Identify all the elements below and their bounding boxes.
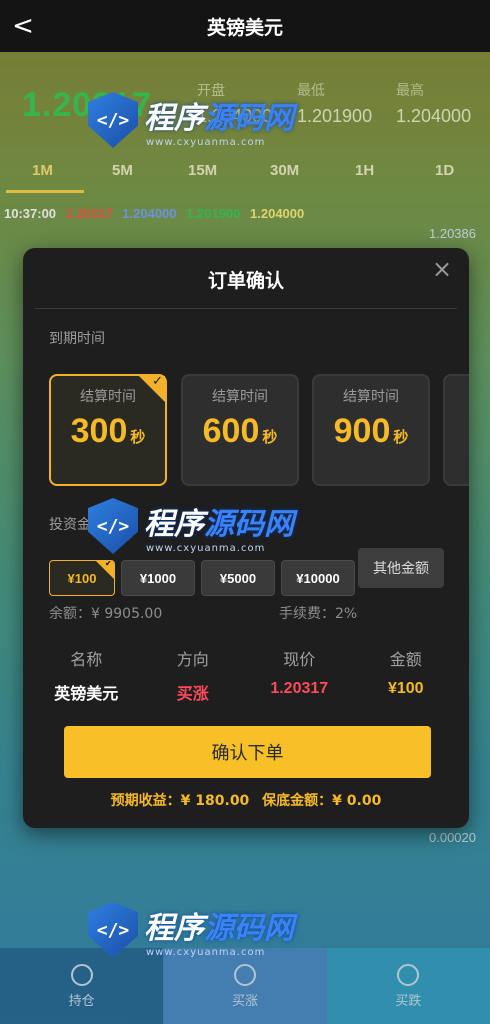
amount-text: ¥10000 [296, 570, 340, 586]
close-icon[interactable]: × [429, 256, 455, 282]
amount-text: ¥5000 [219, 570, 257, 586]
duration-option-more[interactable] [443, 374, 469, 486]
summary-name: 英镑美元 [54, 684, 119, 703]
balance-text: 余额：¥ 9905.00 [49, 606, 163, 622]
watermark-text: 程序源码网 www.cxyuanma.com [144, 93, 294, 148]
back-button[interactable]: < [8, 10, 38, 42]
fee-text: 手续费：2% [279, 606, 358, 622]
summary-direction: 买涨 [176, 684, 209, 703]
watermark-text: 程序源码网 www.cxyuanma.com [144, 499, 294, 554]
summary-amount: ¥100 [387, 680, 424, 697]
duration-option-300[interactable]: ✓ 结算时间 300 秒 [49, 374, 167, 486]
expected-info: 预期收益：¥ 180.00 保底金额：¥ 0.00 [23, 790, 469, 810]
watermark-text-b: 源码网 [204, 910, 294, 946]
amount-text: ¥1000 [139, 570, 177, 586]
watermark: </> 程序源码网 www.cxyuanma.com [88, 902, 294, 958]
shield-logo-icon: </> [88, 498, 138, 554]
duration-value: 900 秒 [314, 412, 428, 451]
watermark-main: 程序源码网 [144, 499, 294, 543]
watermark-sub: www.cxyuanma.com [146, 136, 266, 148]
dialog-title: 订单确认 [207, 270, 284, 292]
chevron-left-icon: < [12, 11, 34, 41]
watermark-sub: www.cxyuanma.com [146, 542, 266, 554]
shield-logo-icon: </> [88, 902, 138, 958]
watermark-main: 程序源码网 [144, 903, 294, 947]
duration-options: ✓ 结算时间 300 秒 结算时间 600 秒 结算时间 900 秒 [49, 374, 469, 486]
duration-unit: 秒 [130, 429, 146, 446]
duration-option-900[interactable]: 结算时间 900 秒 [312, 374, 430, 486]
header-name: 名称 [70, 650, 103, 669]
watermark-sub: www.cxyuanma.com [146, 946, 266, 958]
watermark-text-a: 程序 [144, 910, 204, 946]
watermark-text-a: 程序 [144, 100, 204, 136]
watermark: </> 程序源码网 www.cxyuanma.com [88, 498, 294, 554]
duration-number: 600 [202, 412, 260, 450]
amount-option-10000[interactable]: ¥10000 [281, 560, 355, 596]
watermark-text-b: 源码网 [204, 506, 294, 542]
watermark-text-b: 源码网 [204, 100, 294, 136]
header-direction: 方向 [176, 650, 209, 669]
amount-text: ¥100 [67, 570, 97, 586]
duration-number: 300 [70, 412, 128, 450]
divider [35, 308, 457, 309]
header-bar: < 英镑美元 [0, 0, 490, 52]
duration-option-600[interactable]: 结算时间 600 秒 [181, 374, 299, 486]
amount-option-100[interactable]: ✓ ¥100 [49, 560, 115, 596]
header-amount: 金额 [389, 650, 422, 669]
duration-unit: 秒 [262, 429, 278, 446]
amount-option-1000[interactable]: ¥1000 [121, 560, 195, 596]
shield-logo-icon: </> [88, 92, 138, 148]
amount-option-5000[interactable]: ¥5000 [201, 560, 275, 596]
other-amount-button[interactable]: 其他金额 [358, 548, 444, 588]
summary-row: 英镑美元 买涨 1.20317 ¥100 [33, 680, 459, 704]
duration-unit: 秒 [393, 429, 409, 446]
duration-label: 结算时间 [343, 389, 399, 405]
expected-profit: 预期收益：¥ 180.00 [110, 793, 250, 809]
duration-value: 600 秒 [183, 412, 297, 451]
duration-number: 900 [333, 412, 391, 450]
header-price: 现价 [283, 650, 316, 669]
summary-price: 1.20317 [270, 680, 329, 697]
duration-label: 结算时间 [212, 389, 268, 405]
watermark-text-a: 程序 [144, 506, 204, 542]
duration-value: 300 秒 [51, 412, 165, 451]
expiry-label: 到期时间 [49, 331, 105, 347]
watermark: </> 程序源码网 www.cxyuanma.com [88, 92, 294, 148]
watermark-text: 程序源码网 www.cxyuanma.com [144, 903, 294, 958]
guarantee-amount: 保底金额：¥ 0.00 [262, 793, 382, 809]
page-title: 英镑美元 [206, 16, 283, 39]
confirm-order-button[interactable]: 确认下单 [64, 726, 431, 778]
summary-header: 名称 方向 现价 金额 [33, 646, 459, 670]
watermark-main: 程序源码网 [144, 93, 294, 137]
check-icon: ✓ [104, 560, 113, 569]
check-icon: ✓ [152, 374, 163, 389]
